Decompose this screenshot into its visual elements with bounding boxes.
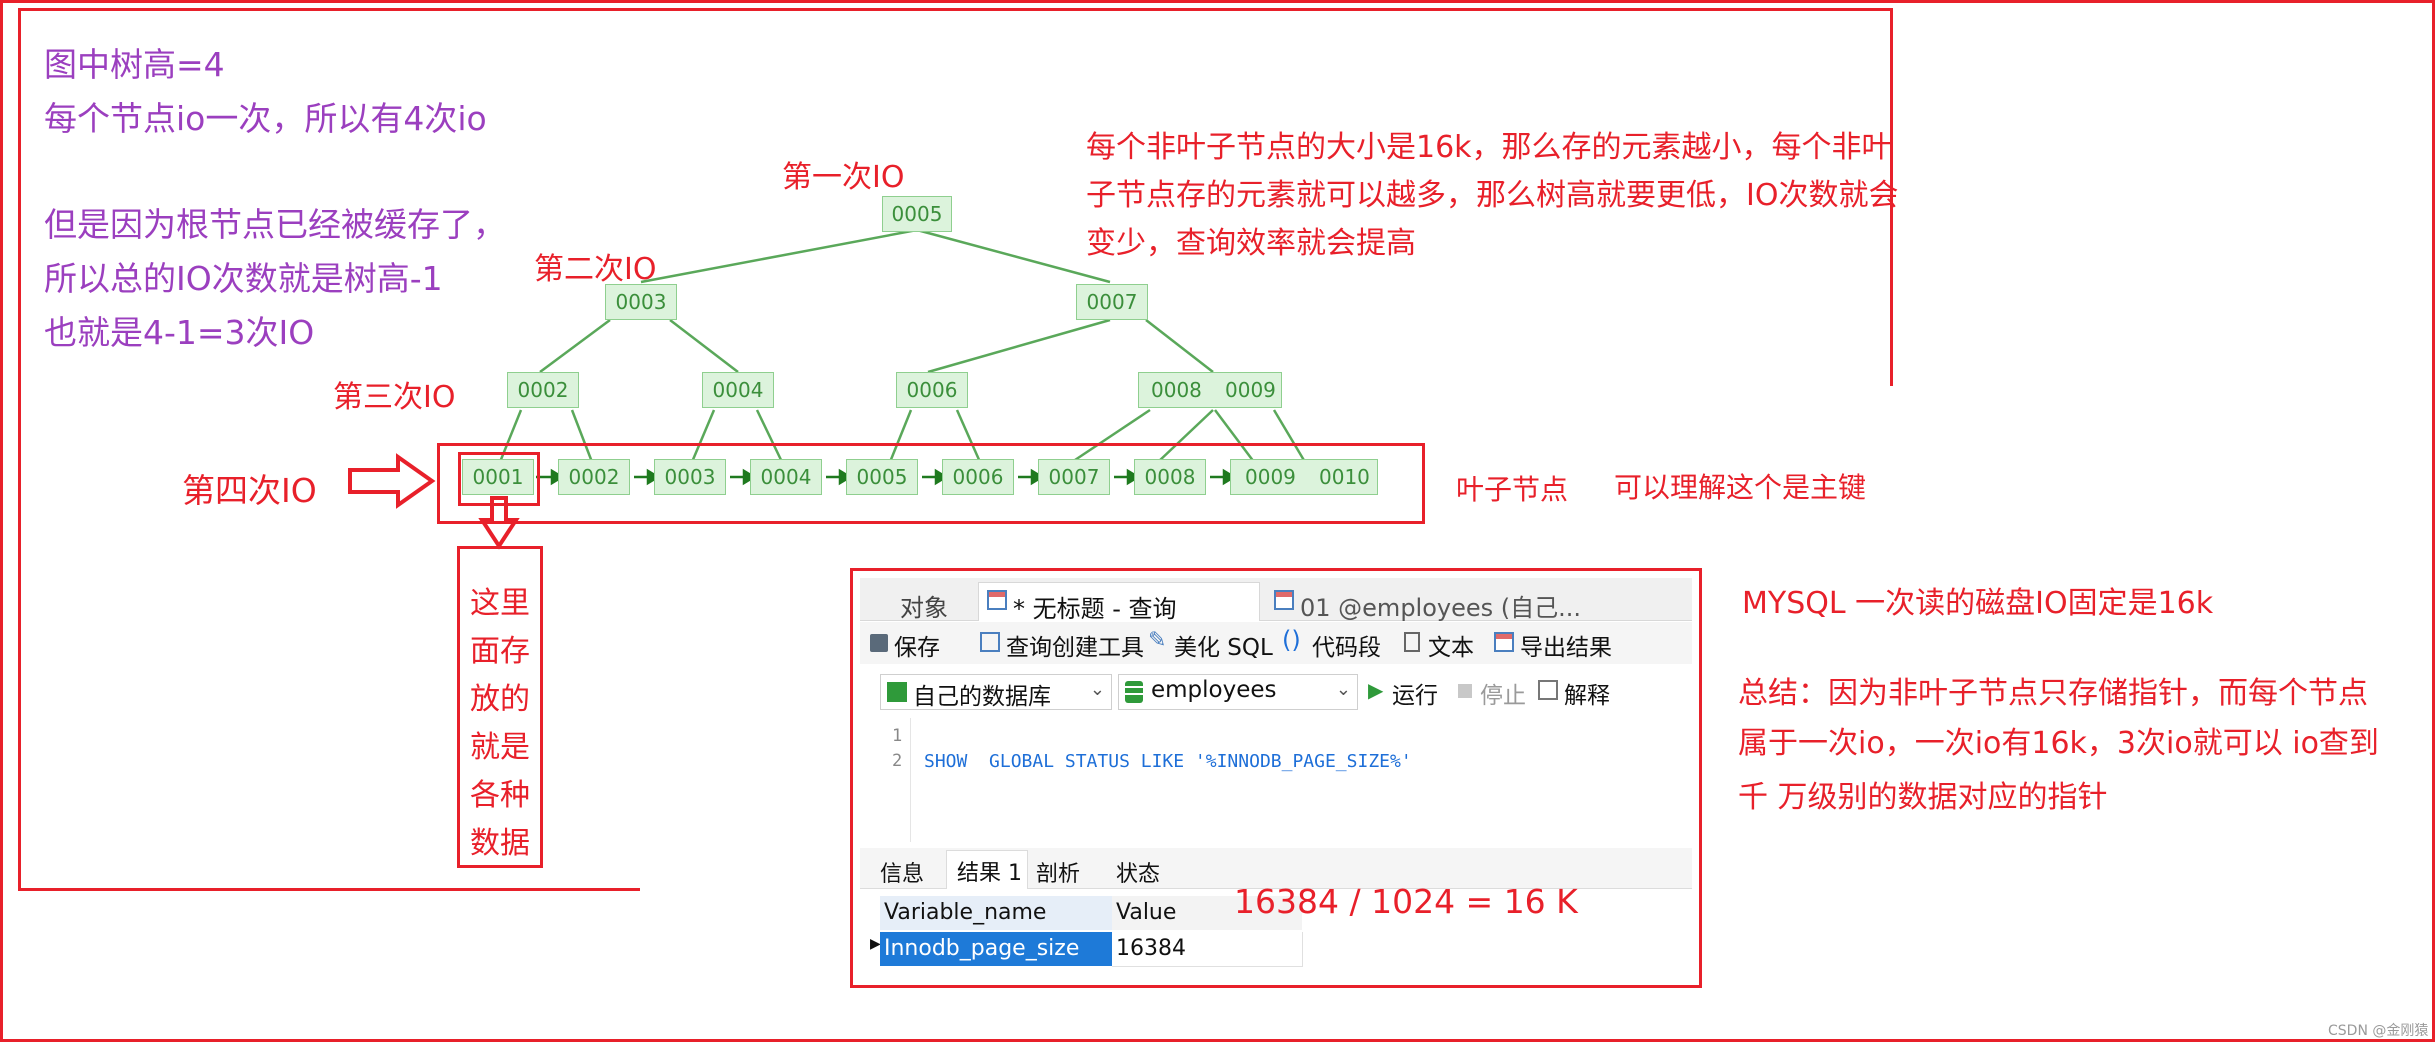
tree-node-level3-pair: 0008 0009 bbox=[1138, 372, 1282, 408]
beautify-icon: ✎ bbox=[1148, 628, 1167, 653]
storage-line: 面存 bbox=[470, 634, 530, 669]
tree-node-root: 0005 bbox=[882, 196, 952, 232]
leaf-node: 0006 bbox=[942, 459, 1014, 495]
summary-line-2: 属于一次io，一次io有16k，3次io就可以 io查到 bbox=[1738, 726, 2379, 761]
leaf-label: 叶子节点 bbox=[1456, 473, 1569, 506]
navicat-window: 对象 * 无标题 - 查询 01 @employees (自己... 保存 查询… bbox=[860, 578, 1692, 978]
storage-line: 各种 bbox=[470, 778, 530, 813]
column-header[interactable]: Variable_name bbox=[880, 896, 1113, 930]
beautify-label: 美化 SQL bbox=[1174, 635, 1273, 661]
tree-node-level3: 0009 bbox=[1225, 378, 1276, 402]
tab-status[interactable]: 状态 bbox=[1116, 856, 1160, 888]
text-label: 文本 bbox=[1428, 635, 1474, 661]
tab-objects[interactable]: 对象 bbox=[900, 588, 948, 623]
stop-label: 停止 bbox=[1480, 683, 1526, 709]
database-value: employees bbox=[1151, 677, 1277, 703]
database-select[interactable]: employees ⌄ bbox=[1118, 674, 1358, 710]
chevron-down-icon: ⌄ bbox=[1089, 679, 1105, 700]
cell-value: Innodb_page_size bbox=[884, 936, 1080, 961]
code-snippet-icon: () bbox=[1282, 626, 1301, 654]
export-icon bbox=[1494, 632, 1514, 652]
leaf-node: 0010 bbox=[1319, 465, 1370, 489]
table-cell-selected[interactable]: Innodb_page_size bbox=[880, 932, 1112, 966]
sql-statement: SHOW GLOBAL STATUS LIKE '%INNODB_PAGE_SI… bbox=[924, 751, 1412, 772]
run-label: 运行 bbox=[1392, 683, 1438, 709]
line-number: 1 bbox=[892, 726, 903, 746]
save-icon bbox=[870, 634, 888, 652]
tab-untitled-query[interactable]: * 无标题 - 查询 bbox=[978, 582, 1260, 623]
table-cell[interactable]: 16384 bbox=[1112, 932, 1303, 967]
line-number: 2 bbox=[892, 751, 903, 771]
query-builder-icon bbox=[980, 632, 1000, 652]
summary-line-3: 千 万级别的数据对应的指针 bbox=[1738, 780, 2108, 815]
line-gutter bbox=[870, 718, 911, 842]
leaf-node: 0008 bbox=[1134, 459, 1206, 495]
primary-key-label: 可以理解这个是主键 bbox=[1614, 471, 1867, 504]
tab-employees-label: 01 @employees (自己... bbox=[1300, 594, 1582, 622]
tab-profile[interactable]: 剖析 bbox=[1036, 856, 1080, 888]
export-label: 导出结果 bbox=[1520, 635, 1612, 661]
summary-line-1: 总结：因为非叶子节点只存储指针，而每个节点 bbox=[1738, 676, 2368, 711]
leaf-node: 0002 bbox=[558, 459, 630, 495]
storage-line: 就是 bbox=[470, 730, 530, 765]
tab-result-1-label: 结果 1 bbox=[957, 861, 1022, 886]
leaf-node-pair: 0009 0010 bbox=[1230, 459, 1378, 495]
tree-node-level2: 0007 bbox=[1076, 284, 1148, 320]
cell-value: 16384 bbox=[1116, 936, 1186, 961]
tab-info[interactable]: 信息 bbox=[880, 856, 924, 888]
sql-editor[interactable]: 1 2 SHOW GLOBAL STATUS LIKE '%INNODB_PAG… bbox=[870, 718, 1682, 842]
storage-line: 放的 bbox=[470, 682, 530, 717]
mysql-io-note: MYSQL 一次读的磁盘IO固定是16k bbox=[1742, 586, 2214, 621]
leaf-node: 0005 bbox=[846, 459, 918, 495]
save-label: 保存 bbox=[894, 635, 940, 661]
code-snippet-label: 代码段 bbox=[1312, 635, 1381, 661]
table-query-icon bbox=[987, 590, 1007, 610]
tree-node-level3: 0006 bbox=[896, 372, 968, 408]
column-header-label: Value bbox=[1116, 900, 1177, 925]
query-builder-label: 查询创建工具 bbox=[1006, 635, 1144, 661]
leaf-node: 0004 bbox=[750, 459, 822, 495]
chevron-down-icon: ⌄ bbox=[1335, 679, 1351, 700]
storage-line: 数据 bbox=[470, 826, 530, 861]
tab-employees[interactable]: 01 @employees (自己... bbox=[1270, 586, 1581, 622]
tree-node-level2: 0003 bbox=[605, 284, 677, 320]
leaf-node: 0009 bbox=[1245, 465, 1296, 489]
leaf-node: 0003 bbox=[654, 459, 726, 495]
connection-select[interactable]: 自己的数据库 ⌄ bbox=[880, 674, 1112, 710]
play-icon: ▶ bbox=[1368, 678, 1384, 702]
tree-node-level3: 0002 bbox=[507, 372, 579, 408]
explain-label: 解释 bbox=[1564, 683, 1610, 709]
explain-icon bbox=[1538, 680, 1558, 700]
tree-node-level3: 0008 bbox=[1151, 378, 1202, 402]
leaf-node: 0007 bbox=[1038, 459, 1110, 495]
column-header-label: Variable_name bbox=[884, 900, 1047, 925]
connection-value: 自己的数据库 bbox=[913, 684, 1051, 710]
tab-result-1[interactable]: 结果 1 bbox=[946, 850, 1028, 889]
watermark: CSDN @金刚猿 bbox=[2328, 1023, 2429, 1039]
tab-untitled-label: * 无标题 - 查询 bbox=[1013, 595, 1177, 623]
storage-line: 这里 bbox=[470, 586, 530, 621]
page-size-calculation: 16384 / 1024 = 16 K bbox=[1234, 882, 1578, 921]
leaf-node: 0001 bbox=[462, 459, 534, 495]
document-icon bbox=[1404, 632, 1420, 652]
database-icon bbox=[1125, 681, 1143, 703]
tree-node-level3: 0004 bbox=[702, 372, 774, 408]
stop-icon bbox=[1458, 684, 1472, 698]
table-query-icon bbox=[1274, 590, 1294, 610]
connection-icon bbox=[887, 682, 907, 702]
